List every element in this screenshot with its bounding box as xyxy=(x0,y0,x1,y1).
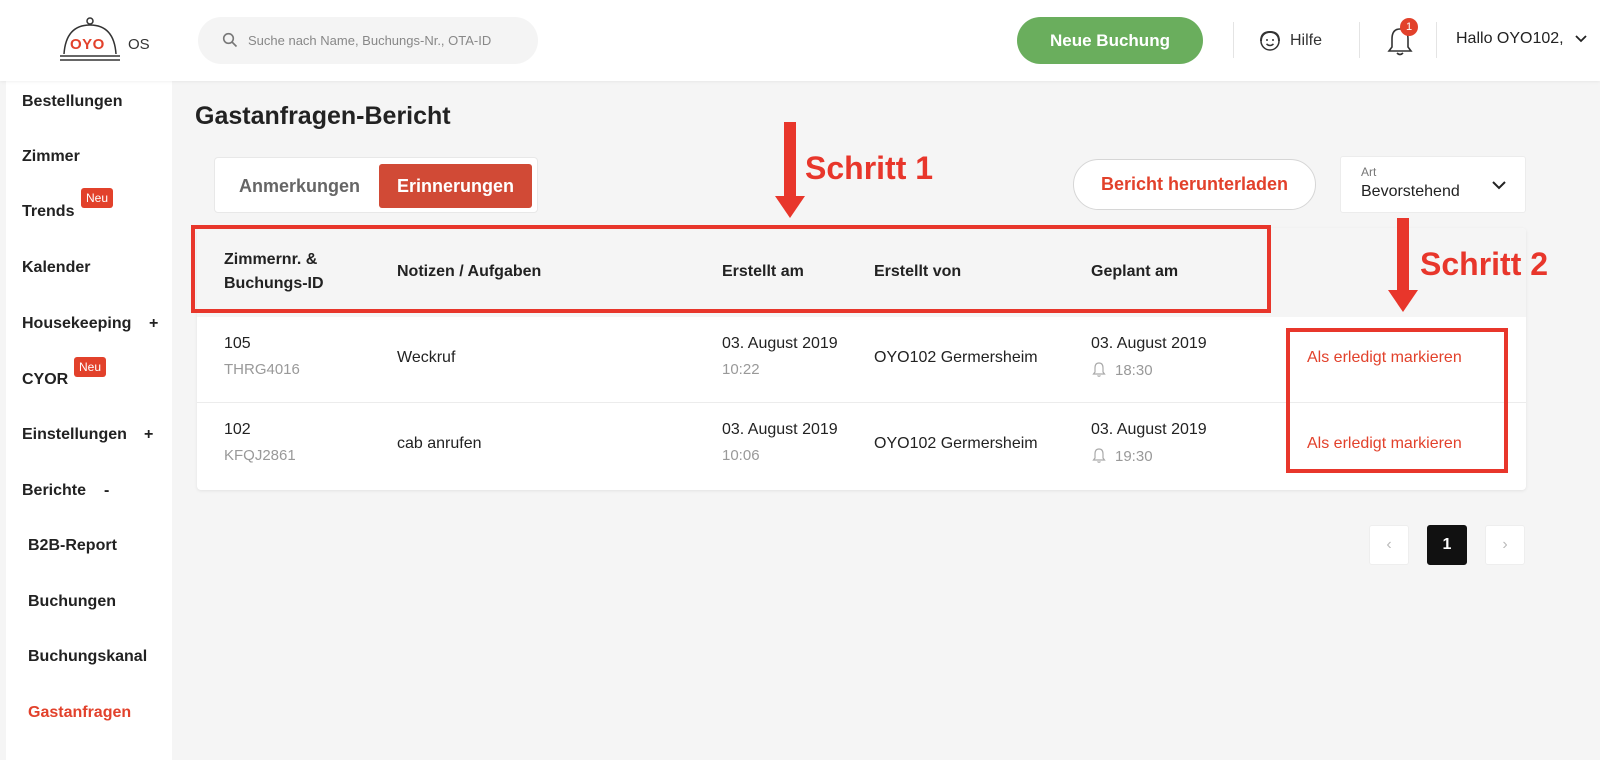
next-page-button[interactable]: › xyxy=(1485,525,1525,565)
sidebar-item-berichte[interactable]: Berichte xyxy=(22,482,86,500)
booking-id: KFQJ2861 xyxy=(224,447,296,464)
tab-anmerkungen[interactable]: Anmerkungen xyxy=(221,164,378,208)
page-title: Gastanfragen-Bericht xyxy=(195,102,451,130)
search-bar xyxy=(198,17,538,64)
tab-erinnerungen[interactable]: Erinnerungen xyxy=(379,164,533,208)
sidebar-item-b2b-report[interactable]: B2B-Report xyxy=(28,537,117,555)
bell-icon xyxy=(1092,362,1106,377)
arrow-down-icon xyxy=(1388,218,1418,312)
created-by-cell: OYO102 Germersheim xyxy=(874,349,1038,366)
new-badge: Neu xyxy=(81,188,114,208)
bell-icon xyxy=(1092,448,1106,463)
header-divider xyxy=(1436,22,1437,58)
sidebar-item-kalender[interactable]: Kalender xyxy=(22,259,90,277)
search-icon xyxy=(222,32,238,48)
sidebar: Bestellungen Zimmer Trends Neu Kalender … xyxy=(6,81,172,760)
search-input[interactable] xyxy=(248,17,528,64)
tab-group: Anmerkungen Erinnerungen xyxy=(214,157,538,213)
step1-highlight-box xyxy=(191,225,1271,313)
download-report-button[interactable]: Bericht herunterladen xyxy=(1073,159,1316,210)
chevron-down-icon xyxy=(1574,35,1587,43)
select-label: Art xyxy=(1361,165,1377,179)
user-greeting: Hallo OYO102, xyxy=(1456,30,1564,47)
booking-id: THRG4016 xyxy=(224,361,300,378)
arrow-down-icon xyxy=(775,122,805,218)
sidebar-item-trends[interactable]: Trends xyxy=(22,203,74,221)
step1-label: Schritt 1 xyxy=(805,150,934,186)
collapse-icon[interactable]: - xyxy=(104,482,109,500)
created-at-cell: 03. August 2019 10:06 xyxy=(722,421,838,464)
chevron-down-icon xyxy=(1492,181,1506,190)
help-label: Hilfe xyxy=(1290,32,1323,49)
sidebar-item-zimmer[interactable]: Zimmer xyxy=(22,148,80,166)
user-menu[interactable]: Hallo OYO102, xyxy=(1456,30,1588,48)
logo-suffix: OS xyxy=(128,36,150,53)
step2-label: Schritt 2 xyxy=(1420,246,1549,282)
note-cell: cab anrufen xyxy=(397,435,482,452)
sidebar-item-einstellungen[interactable]: Einstellungen xyxy=(22,426,127,444)
new-badge: Neu xyxy=(74,357,107,377)
sidebar-item-gastanfragen[interactable]: Gastanfragen xyxy=(28,704,131,722)
support-agent-icon xyxy=(1260,30,1280,51)
type-select[interactable]: Art Bevorstehend xyxy=(1340,156,1526,213)
sidebar-item-cyor[interactable]: CYOR xyxy=(22,371,68,389)
logo-text: OYO xyxy=(70,36,105,53)
scheduled-cell: 03. August 2019 19:30 xyxy=(1091,421,1207,465)
step2-highlight-box xyxy=(1286,328,1508,473)
sidebar-item-buchungen[interactable]: Buchungen xyxy=(28,593,116,611)
notification-badge: 1 xyxy=(1400,18,1418,36)
sidebar-item-bestellungen[interactable]: Bestellungen xyxy=(22,93,122,111)
room-cell: 105 THRG4016 xyxy=(224,335,300,378)
scheduled-cell: 03. August 2019 18:30 xyxy=(1091,335,1207,379)
new-booking-button[interactable]: Neue Buchung xyxy=(1017,17,1203,64)
header-divider xyxy=(1233,22,1234,58)
expand-icon[interactable]: + xyxy=(149,315,158,333)
header-divider xyxy=(1359,22,1360,58)
created-at-cell: 03. August 2019 10:22 xyxy=(722,335,838,378)
page-1-button[interactable]: 1 xyxy=(1427,525,1467,565)
created-by-cell: OYO102 Germersheim xyxy=(874,435,1038,452)
expand-icon[interactable]: + xyxy=(144,426,153,444)
sidebar-item-buchungskanal[interactable]: Buchungskanal xyxy=(28,648,147,666)
note-cell: Weckruf xyxy=(397,349,456,366)
sidebar-item-housekeeping[interactable]: Housekeeping xyxy=(22,315,131,333)
room-cell: 102 KFQJ2861 xyxy=(224,421,296,464)
top-header: OYO OS Neue Buchung Hilfe 1 Hallo OYO102… xyxy=(0,0,1600,81)
prev-page-button[interactable]: ‹ xyxy=(1369,525,1409,565)
select-value: Bevorstehend xyxy=(1361,183,1460,200)
help-button[interactable]: Hilfe xyxy=(1258,29,1322,53)
